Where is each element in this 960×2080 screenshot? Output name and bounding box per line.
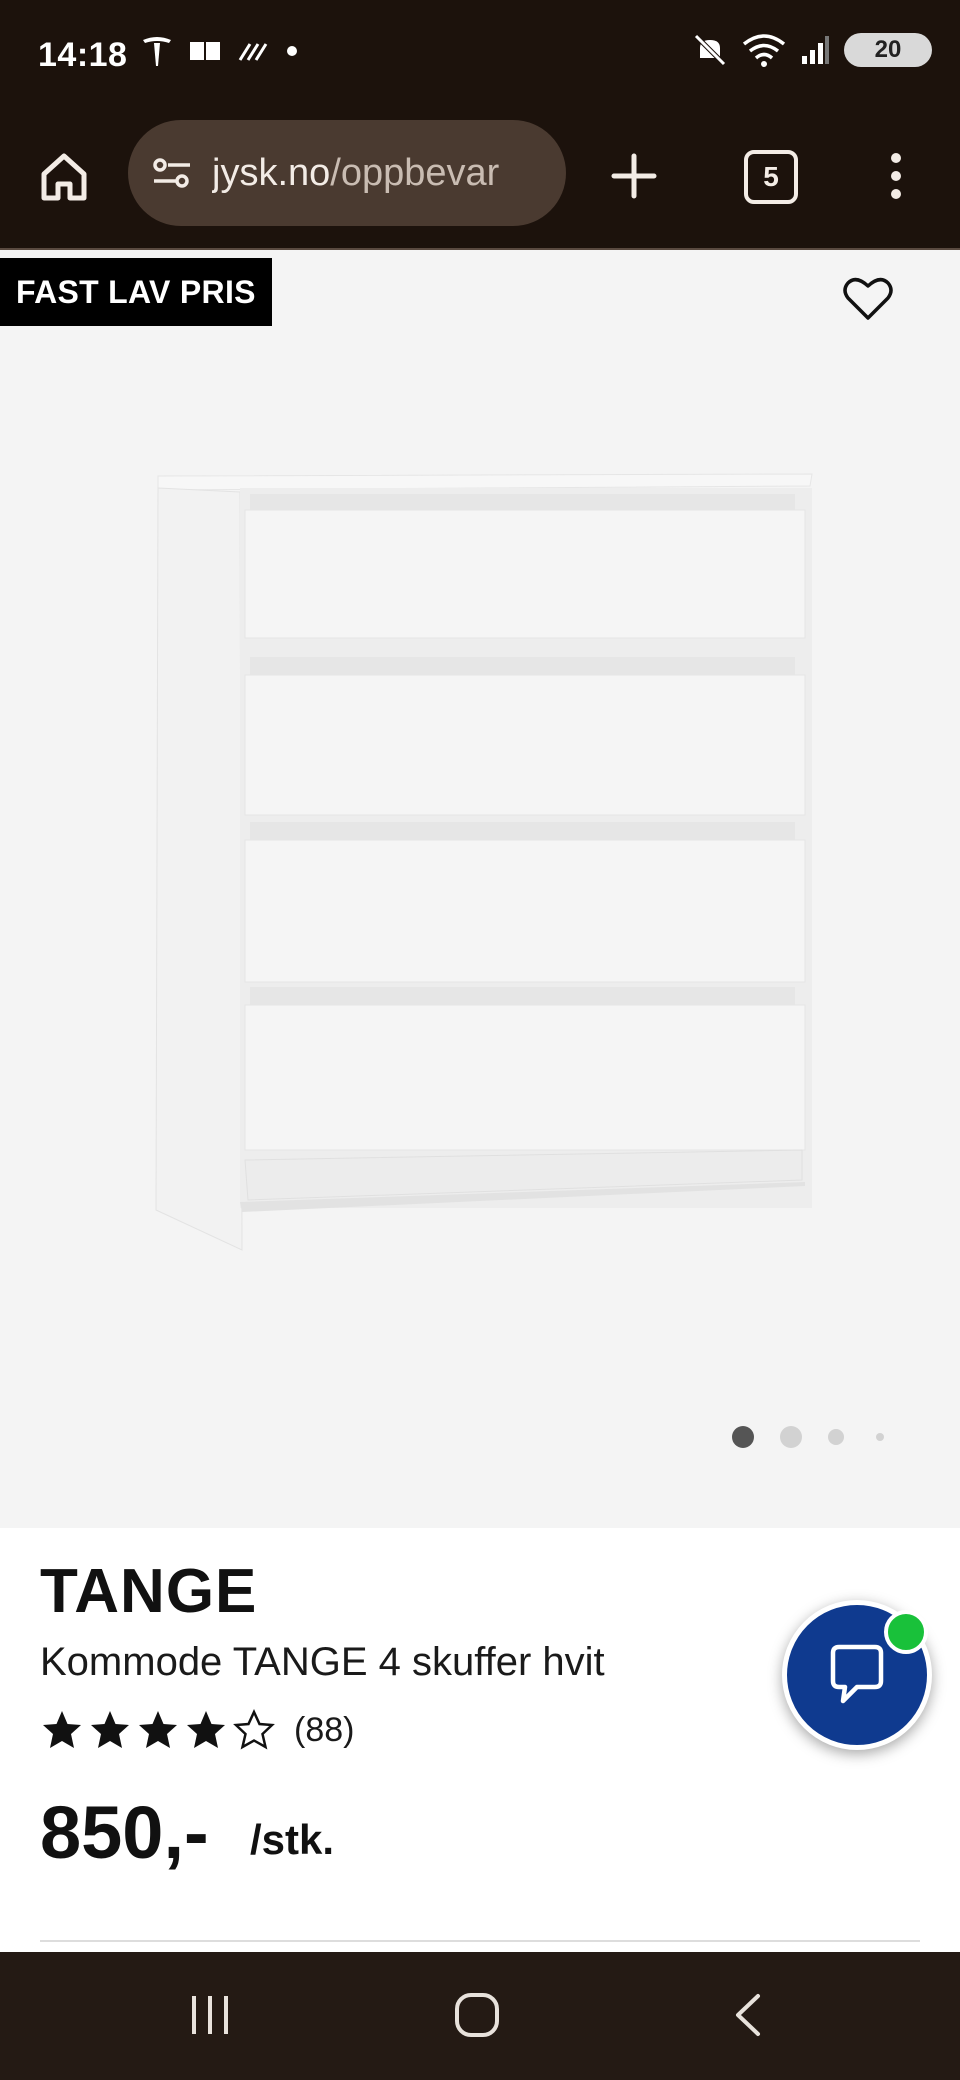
site-settings-icon[interactable]	[150, 151, 194, 195]
star-outline-icon	[233, 1708, 275, 1750]
mute-icon	[694, 34, 726, 66]
divider	[40, 1940, 920, 1942]
url-domain: jysk.no	[212, 151, 331, 194]
battery-level: 20	[874, 36, 902, 63]
product-title: Kommode TANGE 4 skuffer hvit	[40, 1640, 605, 1684]
url-path: /oppbevar	[330, 151, 500, 194]
more-vert-icon[interactable]	[876, 146, 916, 206]
product-brand: TANGE	[40, 1557, 258, 1626]
cell-signal-icon	[802, 36, 829, 64]
star-filled-icon	[187, 1711, 225, 1748]
back-icon[interactable]	[728, 1990, 768, 2040]
browser-toolbar: jysk.no/oppbevar 5	[0, 116, 960, 250]
url-text: jysk.no/oppbevar	[212, 152, 499, 195]
heart-icon[interactable]	[842, 274, 894, 322]
chat-bubble-icon	[830, 1644, 884, 1704]
product-image	[155, 473, 813, 1251]
home-circle-icon[interactable]	[452, 1990, 502, 2040]
gallery-dot-3[interactable]	[828, 1429, 844, 1445]
gallery-dot-2[interactable]	[780, 1426, 802, 1448]
online-status-dot	[884, 1610, 928, 1654]
status-icons-left	[140, 34, 302, 68]
product-rating[interactable]: (88)	[40, 1708, 354, 1752]
status-icons-right: 20	[692, 32, 932, 68]
tab-count: 5	[763, 161, 779, 192]
signal-strikes-icon	[238, 43, 268, 61]
review-count: (88)	[294, 1710, 355, 1749]
message-icon	[190, 42, 220, 60]
tab-switcher-icon[interactable]: 5	[744, 150, 798, 204]
system-navigation-bar	[0, 1952, 960, 2080]
recents-icon[interactable]	[186, 1992, 234, 2038]
star-filled-icon	[91, 1711, 129, 1748]
tesla-icon	[143, 37, 171, 66]
status-time: 14:18	[38, 36, 128, 74]
star-filled-icon	[43, 1711, 81, 1748]
address-bar[interactable]: jysk.no/oppbevar	[128, 120, 566, 226]
status-bar: 14:18 20	[0, 0, 960, 116]
product-price: 850,-	[40, 1791, 209, 1874]
product-gallery[interactable]: FAST LAV PRIS	[0, 250, 960, 1528]
notification-dot-icon	[287, 46, 297, 56]
battery-icon: 20	[844, 33, 932, 67]
price-unit: /stk.	[250, 1816, 335, 1863]
new-tab-icon[interactable]	[606, 148, 662, 204]
product-info: TANGE Kommode TANGE 4 skuffer hvit (88) …	[0, 1528, 960, 1960]
star-filled-icon	[139, 1711, 177, 1748]
gallery-pagination	[732, 1426, 884, 1448]
gallery-dot-1[interactable]	[732, 1426, 754, 1448]
home-icon[interactable]	[34, 146, 94, 206]
price-badge: FAST LAV PRIS	[0, 258, 272, 326]
gallery-dot-4[interactable]	[876, 1433, 884, 1441]
wifi-icon	[742, 34, 786, 67]
